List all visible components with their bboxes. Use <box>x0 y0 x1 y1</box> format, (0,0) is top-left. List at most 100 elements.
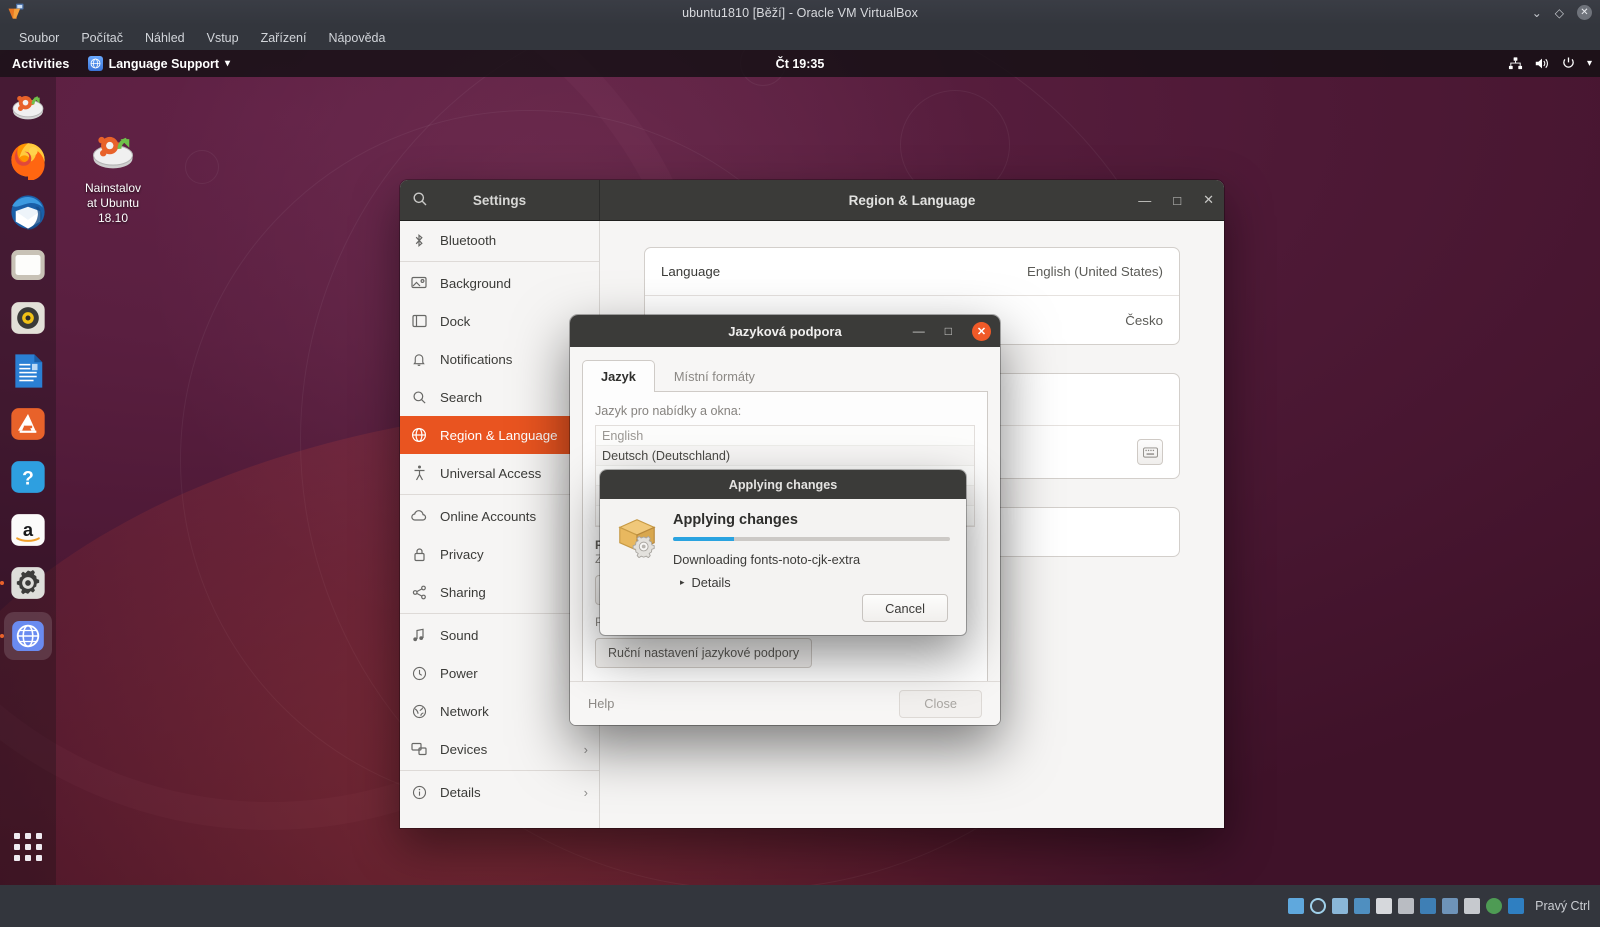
dock-item-amazon[interactable]: a <box>4 506 52 554</box>
mouse-integration-icon[interactable] <box>1486 898 1503 914</box>
menu-napoveda[interactable]: Nápověda <box>317 28 396 48</box>
sidebar-item-label: Background <box>440 275 511 291</box>
sidebar-item-label: Sound <box>440 627 479 643</box>
dock-item-ubuntu-software[interactable] <box>4 400 52 448</box>
language-support-maximize-button[interactable]: □ <box>945 324 952 338</box>
activities-button[interactable]: Activities <box>0 57 80 71</box>
settings-title: Settings <box>472 192 527 208</box>
dock-item-language-support[interactable] <box>4 612 52 660</box>
language-support-icon <box>87 56 103 71</box>
tab-mistni-formaty[interactable]: Místní formáty <box>655 360 774 392</box>
dock-item-files[interactable] <box>4 241 52 289</box>
sidebar-item-label: Details <box>440 784 481 800</box>
vbox-restore-button[interactable]: ◇ <box>1555 7 1564 19</box>
language-row[interactable]: Language English (United States) <box>645 248 1179 296</box>
dock-item-rhythmbox[interactable] <box>4 294 52 342</box>
menu-soubor[interactable]: Soubor <box>8 28 70 48</box>
hard-disk-icon[interactable] <box>1288 898 1305 914</box>
help-button[interactable]: Help <box>588 696 614 711</box>
devices-icon <box>411 742 427 756</box>
power-icon <box>1561 56 1576 71</box>
ubuntu-dock: ? a <box>0 77 56 885</box>
menu-pocitac[interactable]: Počítač <box>70 28 134 48</box>
dock-item-firefox[interactable] <box>4 135 52 183</box>
floppy-icon[interactable] <box>1332 898 1349 914</box>
sidebar-separator <box>400 770 599 771</box>
remote-desktop-icon[interactable] <box>1464 898 1481 914</box>
list-item[interactable]: Deutsch (Deutschland) <box>596 446 974 466</box>
menu-vstup[interactable]: Vstup <box>196 28 250 48</box>
progress-bar <box>673 537 950 541</box>
grid-apps-icon <box>14 833 42 861</box>
dock-item-settings[interactable] <box>4 559 52 607</box>
usb-icon[interactable] <box>1376 898 1393 914</box>
menu-nahled[interactable]: Náhled <box>134 28 196 48</box>
disk-install-icon <box>92 136 134 169</box>
language-support-window-controls: — □ ✕ <box>913 321 991 341</box>
language-support-close-button[interactable]: ✕ <box>972 321 991 341</box>
list-item[interactable]: English <box>596 426 974 446</box>
sidebar-item-label: Network <box>440 703 489 719</box>
chevron-down-icon: ▾ <box>225 58 231 69</box>
keyboard-icon[interactable] <box>1508 898 1525 914</box>
search-icon <box>411 390 427 405</box>
install-ubuntu-desktop-icon[interactable]: Nainstalov at Ubuntu 18.10 <box>70 125 156 226</box>
triangle-right-icon: ▸ <box>680 577 685 587</box>
language-support-footer: Help Close <box>570 681 1000 725</box>
dock-item-thunderbird[interactable] <box>4 188 52 236</box>
sidebar-item-details[interactable]: Details › <box>400 773 599 811</box>
package-gear-icon <box>618 519 656 558</box>
details-disclosure[interactable]: ▸ Details <box>673 575 950 590</box>
dock-item-help[interactable]: ? <box>4 453 52 501</box>
video-capture-icon[interactable] <box>1442 898 1459 914</box>
vbox-minimize-button[interactable]: ⌄ <box>1532 7 1542 19</box>
tab-jazyk[interactable]: Jazyk <box>582 360 655 392</box>
network-wired-icon <box>1508 56 1523 71</box>
bluetooth-icon <box>411 233 427 248</box>
vbox-close-button[interactable]: ✕ <box>1577 5 1592 20</box>
settings-maximize-button[interactable]: □ <box>1173 193 1181 208</box>
network-icon[interactable] <box>1354 898 1371 914</box>
settings-close-button[interactable]: ✕ <box>1203 192 1214 208</box>
applying-changes-heading: Applying changes <box>673 512 798 528</box>
desktop-icon-label-line-2: at Ubuntu <box>86 196 140 210</box>
app-menu-button[interactable]: Language Support ▾ <box>80 56 238 71</box>
install-remove-languages-button[interactable]: Ruční nastavení jazykové podpory <box>595 638 813 668</box>
language-row-label: Language <box>661 264 721 279</box>
sidebar-item-bluetooth[interactable]: Bluetooth <box>400 221 599 259</box>
virtualbox-window-title: ubuntu1810 [Běží] - Oracle VM VirtualBox <box>682 5 918 20</box>
system-tray[interactable]: ▾ <box>1508 56 1592 71</box>
gnome-top-bar: Activities Language Support ▾ Čt 19:35 ▾ <box>0 50 1600 77</box>
sidebar-item-devices[interactable]: Devices › <box>400 730 599 768</box>
sidebar-item-label: Devices <box>440 741 488 757</box>
virtualbox-menubar: Soubor Počítač Náhled Vstup Zařízení Náp… <box>0 25 1600 50</box>
dock-item-install-ubuntu[interactable] <box>4 82 52 130</box>
thunderbird-icon <box>11 195 45 230</box>
sidebar-item-label: Search <box>440 389 483 405</box>
search-icon[interactable] <box>412 191 428 212</box>
optical-disk-icon[interactable] <box>1310 898 1327 914</box>
menu-zarizeni[interactable]: Zařízení <box>250 28 318 48</box>
language-support-minimize-button[interactable]: — <box>913 324 925 338</box>
applying-changes-content: Applying changes Downloading fonts-noto-… <box>673 512 950 590</box>
language-support-titlebar: Jazyková podpora — □ ✕ <box>570 315 1000 347</box>
sound-note-icon <box>411 628 427 643</box>
details-label: Details <box>691 575 731 590</box>
display-icon[interactable] <box>1420 898 1437 914</box>
clock[interactable]: Čt 19:35 <box>0 57 1600 71</box>
globe-icon <box>411 427 427 443</box>
cancel-button[interactable]: Cancel <box>862 594 948 622</box>
power-icon <box>411 666 427 681</box>
show-applications-button[interactable] <box>4 823 52 871</box>
keyboard-shortcuts-button[interactable] <box>1137 439 1163 465</box>
disk-install-icon <box>12 96 44 120</box>
cloud-icon <box>411 510 427 522</box>
shared-folders-icon[interactable] <box>1398 898 1415 914</box>
sidebar-item-label: Notifications <box>440 351 513 367</box>
sidebar-item-label: Privacy <box>440 546 484 562</box>
close-button[interactable]: Close <box>899 689 982 718</box>
virtualbox-window-controls: ⌄ ◇ ✕ <box>1532 0 1592 25</box>
dock-item-libreoffice-writer[interactable] <box>4 347 52 395</box>
sidebar-item-background[interactable]: Background <box>400 264 599 302</box>
settings-minimize-button[interactable]: — <box>1138 193 1151 208</box>
